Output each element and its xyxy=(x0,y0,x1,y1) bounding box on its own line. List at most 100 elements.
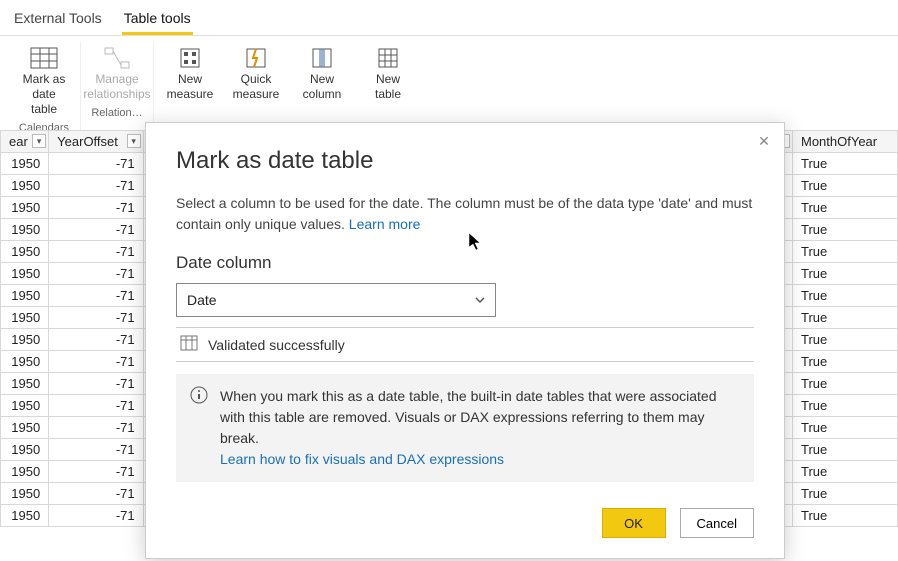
cell: -71 xyxy=(49,219,143,241)
dialog-title: Mark as date table xyxy=(176,147,754,175)
cell: -71 xyxy=(49,307,143,329)
column-header[interactable]: MonthOfYear xyxy=(793,131,898,153)
ribbon-group-calendars: Mark as date table Calendars xyxy=(8,42,81,137)
cell: -71 xyxy=(49,175,143,197)
cell: 1950 xyxy=(1,329,49,351)
validation-text: Validated successfully xyxy=(208,337,345,353)
cell: 1950 xyxy=(1,351,49,373)
cell: True xyxy=(793,307,898,329)
ribbon-group-label: Relation… xyxy=(91,104,142,122)
date-column-select[interactable]: Date xyxy=(176,283,496,317)
calendar-table-icon xyxy=(28,44,60,72)
cell: True xyxy=(793,241,898,263)
ribbon-label: New table xyxy=(375,72,401,102)
cell: True xyxy=(793,351,898,373)
cell: True xyxy=(793,329,898,351)
column-header[interactable]: YearOffset▾ xyxy=(49,131,143,153)
ribbon-label: Quick measure xyxy=(233,72,280,102)
ok-button[interactable]: OK xyxy=(602,508,666,538)
cell: 1950 xyxy=(1,153,49,175)
ribbon-group-relationships: Manage relationships Relation… xyxy=(81,42,154,137)
cell: 1950 xyxy=(1,461,49,483)
cell: True xyxy=(793,197,898,219)
quick-measure-button[interactable]: Quick measure xyxy=(228,42,284,104)
measure-icon xyxy=(174,44,206,72)
cell: 1950 xyxy=(1,505,49,527)
cell: True xyxy=(793,505,898,527)
column-filter-icon[interactable]: ▾ xyxy=(32,134,46,148)
cell: 1950 xyxy=(1,285,49,307)
learn-more-link[interactable]: Learn more xyxy=(349,216,421,232)
cell: True xyxy=(793,461,898,483)
cell: -71 xyxy=(49,153,143,175)
tab-table-tools[interactable]: Table tools xyxy=(122,6,193,35)
info-box: When you mark this as a date table, the … xyxy=(176,374,754,482)
cell: 1950 xyxy=(1,417,49,439)
cancel-button[interactable]: Cancel xyxy=(680,508,754,538)
cell: True xyxy=(793,153,898,175)
relationships-icon xyxy=(101,44,133,72)
date-column-label: Date column xyxy=(176,253,754,273)
cell: 1950 xyxy=(1,241,49,263)
select-value: Date xyxy=(187,292,217,308)
ribbon-label: Manage relationships xyxy=(83,72,150,102)
cell: -71 xyxy=(49,483,143,505)
cell: True xyxy=(793,373,898,395)
cell: 1950 xyxy=(1,483,49,505)
cell: 1950 xyxy=(1,263,49,285)
cell: -71 xyxy=(49,461,143,483)
mark-as-date-table-dialog: ✕ Mark as date table Select a column to … xyxy=(145,122,785,559)
ribbon-label: New measure xyxy=(167,72,214,102)
ribbon-label: New column xyxy=(303,72,342,102)
cell: True xyxy=(793,285,898,307)
cell: -71 xyxy=(49,241,143,263)
cell: -71 xyxy=(49,439,143,461)
cell: 1950 xyxy=(1,307,49,329)
cell: -71 xyxy=(49,329,143,351)
cell: -71 xyxy=(49,351,143,373)
column-icon xyxy=(306,44,338,72)
cell: -71 xyxy=(49,417,143,439)
close-icon: ✕ xyxy=(758,133,770,149)
cell: True xyxy=(793,439,898,461)
dialog-description: Select a column to be used for the date.… xyxy=(176,193,754,235)
chevron-down-icon xyxy=(473,293,487,310)
cell: 1950 xyxy=(1,395,49,417)
cell: True xyxy=(793,219,898,241)
tab-external-tools[interactable]: External Tools xyxy=(12,6,104,35)
cell: 1950 xyxy=(1,197,49,219)
close-button[interactable]: ✕ xyxy=(754,131,774,151)
cell: -71 xyxy=(49,263,143,285)
manage-relationships-button[interactable]: Manage relationships xyxy=(89,42,145,104)
cell: 1950 xyxy=(1,373,49,395)
new-measure-button[interactable]: New measure xyxy=(162,42,218,104)
ribbon-group-label xyxy=(287,104,290,122)
cell: True xyxy=(793,483,898,505)
cell: -71 xyxy=(49,395,143,417)
new-column-button[interactable]: New column xyxy=(294,42,350,104)
cell: 1950 xyxy=(1,175,49,197)
quick-measure-icon xyxy=(240,44,272,72)
table-icon xyxy=(180,335,198,354)
validation-status: Validated successfully xyxy=(176,327,754,362)
cell: True xyxy=(793,395,898,417)
ribbon-tabs: External Tools Table tools xyxy=(0,0,898,36)
cell: 1950 xyxy=(1,439,49,461)
column-filter-icon[interactable]: ▾ xyxy=(127,134,141,148)
cell: True xyxy=(793,175,898,197)
info-text: When you mark this as a date table, the … xyxy=(220,388,717,446)
new-table-button[interactable]: New table xyxy=(360,42,416,104)
cell: -71 xyxy=(49,197,143,219)
mark-as-date-table-button[interactable]: Mark as date table xyxy=(16,42,72,119)
fix-visuals-link[interactable]: Learn how to fix visuals and DAX express… xyxy=(220,451,504,467)
info-icon xyxy=(190,386,208,470)
cell: True xyxy=(793,263,898,285)
cell: -71 xyxy=(49,285,143,307)
table-icon xyxy=(372,44,404,72)
cell: -71 xyxy=(49,373,143,395)
column-header[interactable]: ear▾ xyxy=(1,131,49,153)
cell: 1950 xyxy=(1,219,49,241)
ribbon-label: Mark as date table xyxy=(18,72,70,117)
cell: -71 xyxy=(49,505,143,527)
cell: True xyxy=(793,417,898,439)
